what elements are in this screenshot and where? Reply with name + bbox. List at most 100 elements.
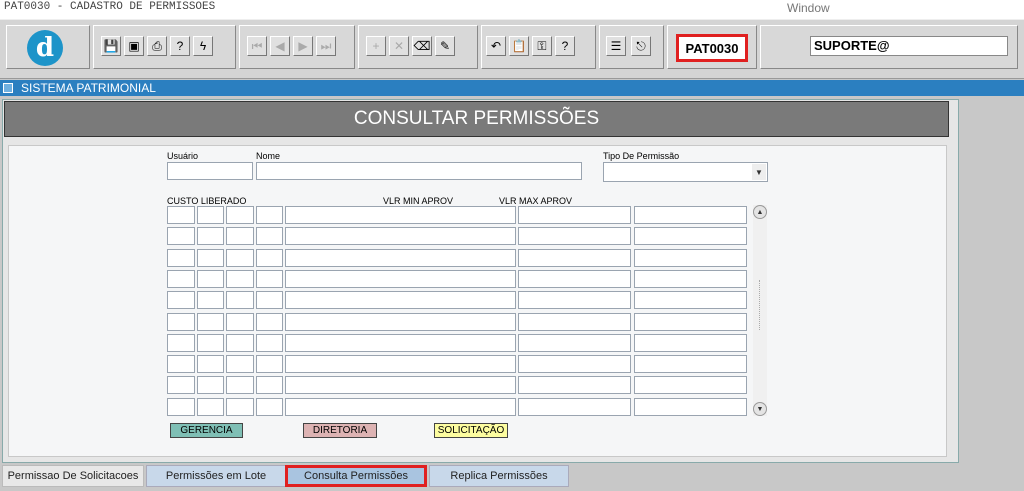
custo-cell-1[interactable] xyxy=(167,206,195,224)
exit-icon[interactable]: ⎋ xyxy=(631,36,651,56)
custo-cell-2[interactable] xyxy=(197,397,224,416)
custo-cell-4[interactable] xyxy=(256,269,283,288)
custo-cell-2[interactable] xyxy=(197,227,224,246)
custo-cell-3[interactable] xyxy=(226,227,254,246)
query-icon[interactable]: ? xyxy=(170,36,190,56)
custo-cell-3[interactable] xyxy=(226,355,254,374)
vlr-min-cell[interactable] xyxy=(518,269,631,288)
vlr-min-cell[interactable] xyxy=(518,376,631,395)
undo-icon[interactable]: ↶ xyxy=(486,36,506,56)
prev-record-icon[interactable]: ◀ xyxy=(270,36,290,56)
custo-cell-1[interactable] xyxy=(167,227,195,246)
vlr-min-cell[interactable] xyxy=(518,227,631,246)
window-menu[interactable]: Window xyxy=(787,1,830,15)
custo-cell-3[interactable] xyxy=(226,376,254,395)
custo-cell-2[interactable] xyxy=(197,206,224,224)
clipboard-icon[interactable]: 📋 xyxy=(509,36,529,56)
usuario-input[interactable] xyxy=(167,162,253,180)
last-record-icon[interactable]: ⏭ xyxy=(316,36,336,56)
custo-cell-4[interactable] xyxy=(256,248,283,267)
delete-record-icon[interactable]: ✕ xyxy=(389,36,409,56)
description-cell[interactable] xyxy=(285,206,516,224)
custo-cell-1[interactable] xyxy=(167,291,195,310)
custo-cell-2[interactable] xyxy=(197,333,224,352)
description-cell[interactable] xyxy=(285,227,516,246)
insert-record-icon[interactable]: + xyxy=(366,36,386,56)
custo-cell-3[interactable] xyxy=(226,291,254,310)
tab-consulta-permissoes[interactable]: Consulta Permissões xyxy=(285,465,427,487)
vlr-min-cell[interactable] xyxy=(518,355,631,374)
description-cell[interactable] xyxy=(285,355,516,374)
grid-scrollbar[interactable]: ▲ ▼ xyxy=(753,205,767,416)
custo-cell-2[interactable] xyxy=(197,248,224,267)
description-cell[interactable] xyxy=(285,248,516,267)
tab-replica-permissoes[interactable]: Replica Permissões xyxy=(429,465,569,487)
custo-cell-4[interactable] xyxy=(256,376,283,395)
custo-cell-3[interactable] xyxy=(226,248,254,267)
vlr-min-cell[interactable] xyxy=(518,397,631,416)
scroll-down-icon[interactable]: ▼ xyxy=(753,402,767,416)
tab-permissao-solicitacoes[interactable]: Permissao De Solicitacoes xyxy=(2,465,144,487)
description-cell[interactable] xyxy=(285,376,516,395)
custo-cell-4[interactable] xyxy=(256,206,283,224)
vlr-max-cell[interactable] xyxy=(634,206,747,224)
vlr-max-cell[interactable] xyxy=(634,227,747,246)
description-cell[interactable] xyxy=(285,291,516,310)
vlr-max-cell[interactable] xyxy=(634,291,747,310)
custo-cell-4[interactable] xyxy=(256,355,283,374)
custo-cell-2[interactable] xyxy=(197,291,224,310)
custo-cell-3[interactable] xyxy=(226,206,254,224)
vlr-max-cell[interactable] xyxy=(634,312,747,331)
nome-input[interactable] xyxy=(256,162,582,180)
vlr-min-cell[interactable] xyxy=(518,312,631,331)
custo-cell-1[interactable] xyxy=(167,376,195,395)
vlr-max-cell[interactable] xyxy=(634,397,747,416)
print-icon[interactable]: ⎙ xyxy=(147,36,167,56)
custo-cell-4[interactable] xyxy=(256,227,283,246)
custo-cell-4[interactable] xyxy=(256,312,283,331)
custo-cell-2[interactable] xyxy=(197,312,224,331)
description-cell[interactable] xyxy=(285,397,516,416)
tipo-permissao-select[interactable]: ▼ xyxy=(603,162,768,182)
description-cell[interactable] xyxy=(285,333,516,352)
vlr-max-cell[interactable] xyxy=(634,376,747,395)
custo-cell-3[interactable] xyxy=(226,397,254,416)
vlr-min-cell[interactable] xyxy=(518,248,631,267)
chevron-down-icon[interactable]: ▼ xyxy=(752,164,766,180)
vlr-min-cell[interactable] xyxy=(518,333,631,352)
edit-icon[interactable]: ✎ xyxy=(435,36,455,56)
tab-permissoes-lote[interactable]: Permissões em Lote xyxy=(146,465,286,487)
custo-cell-1[interactable] xyxy=(167,248,195,267)
custo-cell-4[interactable] xyxy=(256,397,283,416)
vlr-max-cell[interactable] xyxy=(634,248,747,267)
custo-cell-2[interactable] xyxy=(197,269,224,288)
key-icon[interactable]: ⚿ xyxy=(532,36,552,56)
description-cell[interactable] xyxy=(285,269,516,288)
help-icon[interactable]: ? xyxy=(555,36,575,56)
custo-cell-1[interactable] xyxy=(167,397,195,416)
custo-cell-1[interactable] xyxy=(167,333,195,352)
execute-icon[interactable]: ϟ xyxy=(193,36,213,56)
custo-cell-3[interactable] xyxy=(226,269,254,288)
custo-cell-1[interactable] xyxy=(167,355,195,374)
scroll-grip[interactable] xyxy=(759,280,763,330)
custo-cell-2[interactable] xyxy=(197,376,224,395)
description-cell[interactable] xyxy=(285,312,516,331)
clear-record-icon[interactable]: ⌫ xyxy=(412,36,432,56)
custo-cell-4[interactable] xyxy=(256,333,283,352)
first-record-icon[interactable]: ⏮ xyxy=(247,36,267,56)
next-record-icon[interactable]: ▶ xyxy=(293,36,313,56)
custo-cell-4[interactable] xyxy=(256,291,283,310)
custo-cell-3[interactable] xyxy=(226,333,254,352)
custo-cell-2[interactable] xyxy=(197,355,224,374)
scroll-up-icon[interactable]: ▲ xyxy=(753,205,767,219)
custo-cell-1[interactable] xyxy=(167,312,195,331)
custo-cell-1[interactable] xyxy=(167,269,195,288)
screen-icon[interactable]: ▣ xyxy=(124,36,144,56)
vlr-min-cell[interactable] xyxy=(518,206,631,224)
vlr-max-cell[interactable] xyxy=(634,355,747,374)
custo-cell-3[interactable] xyxy=(226,312,254,331)
vlr-max-cell[interactable] xyxy=(634,333,747,352)
vlr-max-cell[interactable] xyxy=(634,269,747,288)
save-icon[interactable]: 💾 xyxy=(101,36,121,56)
